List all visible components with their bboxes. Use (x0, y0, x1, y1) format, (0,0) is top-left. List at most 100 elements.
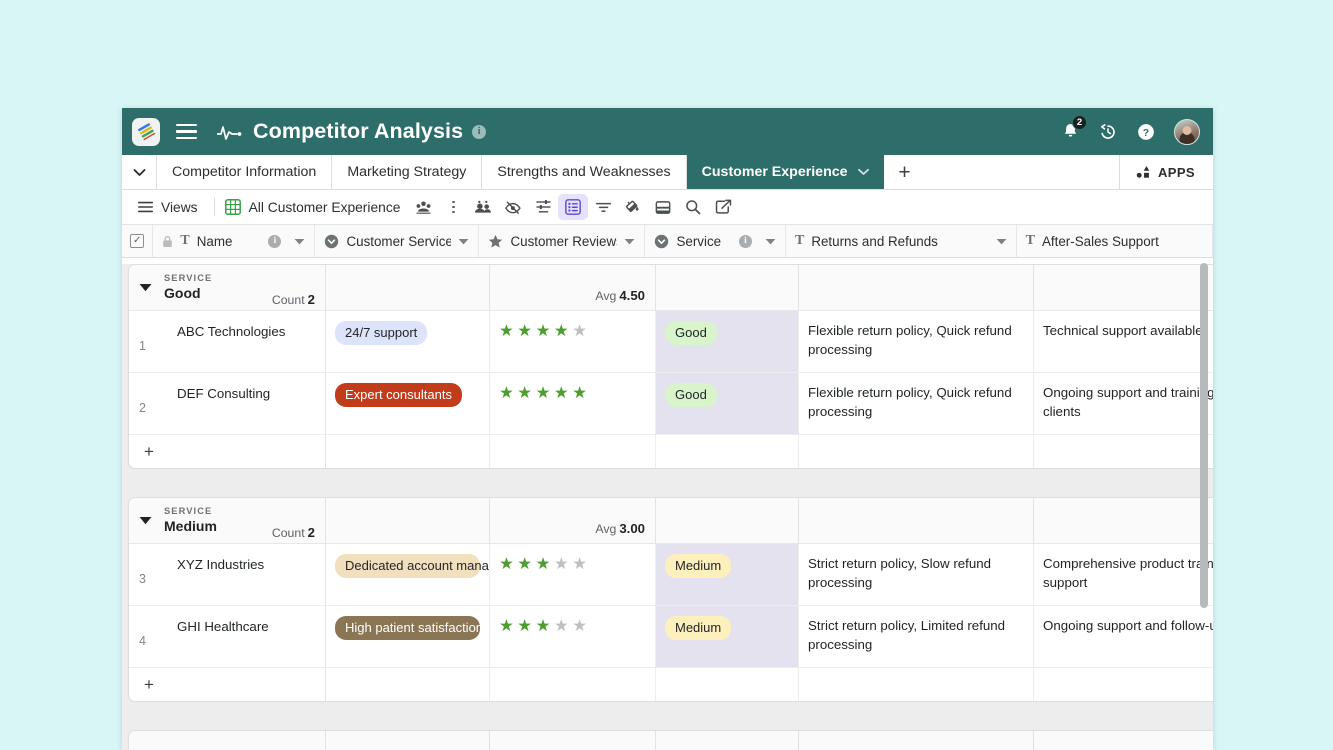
chevron-down-icon[interactable] (765, 238, 776, 245)
star-icon[interactable]: ★ (554, 385, 569, 402)
star-rating[interactable]: ★ ★ ★ ★ ★ (499, 616, 646, 635)
more-vertical-icon[interactable] (438, 194, 468, 220)
group-records-icon[interactable] (558, 194, 589, 220)
group-summary-service[interactable] (656, 731, 799, 750)
tab-chevron-down-icon[interactable] (857, 168, 869, 176)
star-icon[interactable]: ★ (517, 323, 532, 340)
cell-customer-service[interactable]: 24/7 support (326, 311, 490, 372)
history-undo-icon[interactable] (1098, 122, 1118, 142)
cell-after-sales-support[interactable]: Ongoing support and follow-up care (1034, 606, 1213, 667)
current-view-button[interactable]: All Customer Experience (224, 199, 400, 215)
table-row[interactable]: 4 GHI Healthcare High patient satisfacti… (129, 606, 1213, 668)
cell-name[interactable]: 3 XYZ Industries (129, 544, 326, 605)
vertical-scrollbar[interactable] (1200, 263, 1208, 608)
column-header-after-sales-support[interactable]: T After-Sales Support (1016, 225, 1213, 257)
cell-customer-service[interactable]: Dedicated account management (326, 544, 490, 605)
share-people-icon[interactable] (468, 194, 498, 220)
cell-name[interactable]: 4 GHI Healthcare (129, 606, 326, 667)
cell-after-sales-support[interactable]: Ongoing support and training for clients (1034, 373, 1213, 434)
tab-marketing-strategy[interactable]: Marketing Strategy (332, 155, 483, 189)
group-summary-service[interactable] (656, 265, 799, 310)
tab-strengths-and-weaknesses[interactable]: Strengths and Weaknesses (482, 155, 687, 189)
group-summary-returns[interactable] (799, 498, 1034, 543)
info-icon[interactable]: i (472, 124, 487, 139)
star-icon[interactable]: ★ (499, 323, 514, 340)
table-row[interactable]: 1 ABC Technologies 24/7 support ★ ★ ★ ★ … (129, 311, 1213, 373)
add-record-row[interactable]: + (129, 435, 1213, 468)
chevron-down-icon[interactable] (624, 238, 635, 245)
group-summary-customer-service[interactable] (326, 265, 490, 310)
chevron-down-icon[interactable] (996, 238, 1007, 245)
hide-fields-eye-icon[interactable] (498, 194, 528, 220)
star-icon[interactable]: ★ (536, 556, 551, 573)
group-summary-customer-reviews[interactable] (490, 731, 656, 750)
cell-customer-reviews[interactable]: ★ ★ ★ ★ ★ (490, 606, 656, 667)
column-header-name[interactable]: T Name i (153, 225, 316, 257)
tab-list-chevron-down-icon[interactable] (122, 155, 157, 189)
cell-name[interactable]: 1 ABC Technologies (129, 311, 326, 372)
star-icon[interactable]: ★ (499, 618, 514, 635)
cell-service[interactable]: Medium (656, 606, 799, 667)
cell-customer-reviews[interactable]: ★ ★ ★ ★ ★ (490, 373, 656, 434)
group-summary-returns[interactable] (799, 265, 1034, 310)
star-icon[interactable]: ★ (536, 618, 551, 635)
group-summary-aftersales[interactable] (1034, 731, 1213, 750)
cell-service[interactable]: Medium (656, 544, 799, 605)
star-icon[interactable]: ★ (572, 618, 587, 635)
table-row[interactable]: 2 DEF Consulting Expert consultants ★ ★ … (129, 373, 1213, 435)
group-summary-aftersales[interactable] (1034, 498, 1213, 543)
cell-after-sales-support[interactable]: Technical support available (1034, 311, 1213, 372)
cell-returns-and-refunds[interactable]: Flexible return policy, Quick refund pro… (799, 373, 1034, 434)
add-record-button[interactable]: + (129, 668, 326, 701)
star-icon[interactable]: ★ (554, 556, 569, 573)
cell-customer-service[interactable]: High patient satisfaction (326, 606, 490, 667)
cell-service[interactable]: Good (656, 311, 799, 372)
triangle-down-icon[interactable] (139, 283, 152, 292)
color-fill-icon[interactable] (618, 194, 648, 220)
star-rating[interactable]: ★ ★ ★ ★ ★ (499, 321, 646, 340)
star-icon[interactable]: ★ (517, 556, 532, 573)
star-icon[interactable]: ★ (572, 556, 587, 573)
help-question-icon[interactable]: ? (1136, 122, 1156, 142)
star-icon[interactable]: ★ (536, 323, 551, 340)
star-icon[interactable]: ★ (499, 385, 514, 402)
chevron-down-icon[interactable] (294, 238, 305, 245)
tab-competitor-information[interactable]: Competitor Information (157, 155, 333, 189)
cell-returns-and-refunds[interactable]: Strict return policy, Limited refund pro… (799, 606, 1034, 667)
star-icon[interactable]: ★ (554, 323, 569, 340)
add-record-button[interactable]: + (129, 435, 326, 468)
cell-name[interactable]: 2 DEF Consulting (129, 373, 326, 434)
filter-icon[interactable] (588, 194, 618, 220)
row-height-icon[interactable] (648, 194, 678, 220)
cell-returns-and-refunds[interactable]: Flexible return policy, Quick refund pro… (799, 311, 1034, 372)
tab-customer-experience[interactable]: Customer Experience (686, 155, 884, 189)
group-summary-service[interactable] (656, 498, 799, 543)
group-summary-customer-service[interactable] (326, 498, 490, 543)
add-record-row[interactable]: + (129, 668, 1213, 701)
group-summary-customer-reviews[interactable]: Avg 4.50 (490, 265, 656, 310)
collaborators-icon[interactable] (408, 194, 438, 220)
group-summary-returns[interactable] (799, 731, 1034, 750)
table-row[interactable]: 3 XYZ Industries Dedicated account manag… (129, 544, 1213, 606)
star-rating[interactable]: ★ ★ ★ ★ ★ (499, 383, 646, 402)
apps-button[interactable]: APPS (1120, 155, 1213, 189)
export-share-icon[interactable] (708, 194, 738, 220)
select-all-checkbox[interactable]: ✓ (122, 225, 154, 257)
group-summary-customer-reviews[interactable]: Avg 3.00 (490, 498, 656, 543)
cell-customer-service[interactable]: Expert consultants (326, 373, 490, 434)
bell-icon[interactable]: 2 (1061, 115, 1087, 141)
star-rating[interactable]: ★ ★ ★ ★ ★ (499, 554, 646, 573)
star-icon[interactable]: ★ (499, 556, 514, 573)
group-summary-aftersales[interactable] (1034, 265, 1213, 310)
column-header-returns-and-refunds[interactable]: T Returns and Refunds (785, 225, 1017, 257)
info-icon[interactable]: i (268, 234, 282, 248)
star-icon[interactable]: ★ (517, 385, 532, 402)
group-summary-customer-service[interactable] (326, 731, 490, 750)
app-logo-icon[interactable] (132, 117, 160, 146)
star-icon[interactable]: ★ (536, 385, 551, 402)
star-icon[interactable]: ★ (517, 618, 532, 635)
star-icon[interactable]: ★ (554, 618, 569, 635)
column-header-customer-service[interactable]: Customer Service (315, 225, 480, 257)
cell-returns-and-refunds[interactable]: Strict return policy, Slow refund proces… (799, 544, 1034, 605)
search-icon[interactable] (678, 194, 708, 220)
